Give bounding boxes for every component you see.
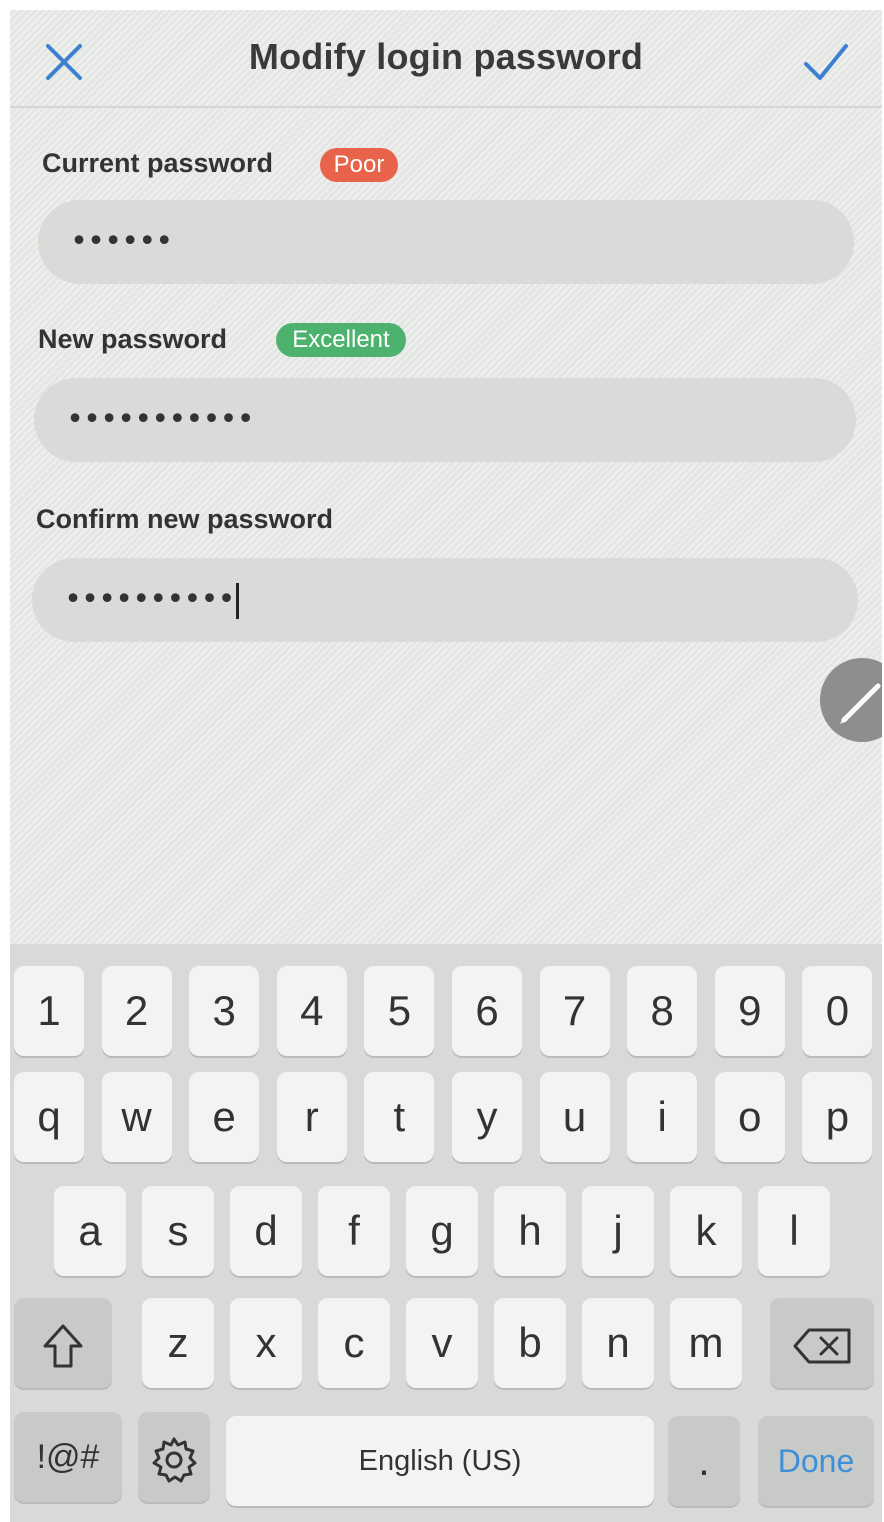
key-b[interactable]: b bbox=[494, 1298, 566, 1388]
key-w[interactable]: w bbox=[101, 1072, 172, 1162]
key-e[interactable]: e bbox=[189, 1072, 260, 1162]
key-c[interactable]: c bbox=[318, 1298, 390, 1388]
edit-floating-button[interactable] bbox=[820, 658, 882, 742]
key-o[interactable]: o bbox=[714, 1072, 785, 1162]
shift-key[interactable] bbox=[14, 1298, 112, 1388]
keyboard-settings-key[interactable] bbox=[138, 1412, 210, 1502]
key-0[interactable]: 0 bbox=[802, 966, 873, 1056]
key-t[interactable]: t bbox=[364, 1072, 435, 1162]
key-j[interactable]: j bbox=[582, 1186, 654, 1276]
key-l[interactable]: l bbox=[758, 1186, 830, 1276]
phone-screen: Modify login password Current password P… bbox=[10, 10, 882, 1522]
key-h[interactable]: h bbox=[494, 1186, 566, 1276]
key-7[interactable]: 7 bbox=[539, 966, 610, 1056]
done-key[interactable]: Done bbox=[758, 1416, 874, 1506]
key-2[interactable]: 2 bbox=[101, 966, 172, 1056]
current-password-field[interactable]: •••••• bbox=[38, 200, 854, 284]
new-password-field[interactable]: ••••••••••• bbox=[34, 378, 856, 462]
confirm-button[interactable] bbox=[800, 38, 850, 86]
new-password-value: ••••••••••• bbox=[66, 402, 255, 437]
key-n[interactable]: n bbox=[582, 1298, 654, 1388]
period-key[interactable]: . bbox=[668, 1416, 740, 1506]
confirm-password-value: •••••••••• bbox=[64, 582, 239, 619]
key-k[interactable]: k bbox=[670, 1186, 742, 1276]
app-header: Modify login password bbox=[10, 10, 882, 108]
current-password-value: •••••• bbox=[70, 224, 173, 259]
current-password-label: Current password bbox=[42, 148, 274, 178]
key-z[interactable]: z bbox=[142, 1298, 214, 1388]
gear-icon bbox=[152, 1437, 197, 1483]
backspace-key[interactable] bbox=[770, 1298, 874, 1388]
new-password-label: New password bbox=[38, 324, 228, 354]
key-p[interactable]: p bbox=[802, 1072, 873, 1162]
confirm-password-label: Confirm new password bbox=[36, 504, 334, 534]
key-9[interactable]: 9 bbox=[714, 966, 785, 1056]
symbols-key[interactable]: !@# bbox=[14, 1412, 122, 1502]
backspace-icon bbox=[793, 1328, 851, 1364]
strength-badge-poor: Poor bbox=[320, 148, 398, 182]
key-8[interactable]: 8 bbox=[627, 966, 698, 1056]
key-g[interactable]: g bbox=[406, 1186, 478, 1276]
key-u[interactable]: u bbox=[539, 1072, 610, 1162]
key-1[interactable]: 1 bbox=[14, 966, 84, 1056]
key-y[interactable]: y bbox=[452, 1072, 522, 1162]
key-r[interactable]: r bbox=[276, 1072, 347, 1162]
key-x[interactable]: x bbox=[230, 1298, 302, 1388]
key-a[interactable]: a bbox=[54, 1186, 126, 1276]
confirm-password-field[interactable]: •••••••••• bbox=[32, 558, 858, 642]
key-f[interactable]: f bbox=[318, 1186, 390, 1276]
page-title: Modify login password bbox=[248, 36, 644, 77]
key-i[interactable]: i bbox=[627, 1072, 698, 1162]
checkmark-icon bbox=[804, 44, 848, 80]
key-m[interactable]: m bbox=[670, 1298, 742, 1388]
text-caret bbox=[235, 582, 239, 619]
shift-icon bbox=[43, 1324, 83, 1368]
soft-keyboard: 1234567890 qwertyuiop asdfghjkl zxcvbnm … bbox=[10, 944, 882, 1522]
key-v[interactable]: v bbox=[406, 1298, 478, 1388]
key-5[interactable]: 5 bbox=[364, 966, 435, 1056]
key-6[interactable]: 6 bbox=[452, 966, 522, 1056]
key-s[interactable]: s bbox=[142, 1186, 214, 1276]
key-d[interactable]: d bbox=[230, 1186, 302, 1276]
pencil-icon bbox=[840, 683, 881, 724]
key-3[interactable]: 3 bbox=[189, 966, 260, 1056]
key-4[interactable]: 4 bbox=[276, 966, 347, 1056]
key-q[interactable]: q bbox=[14, 1072, 84, 1162]
strength-badge-excellent: Excellent bbox=[276, 323, 406, 357]
space-key[interactable]: English (US) bbox=[226, 1416, 654, 1506]
